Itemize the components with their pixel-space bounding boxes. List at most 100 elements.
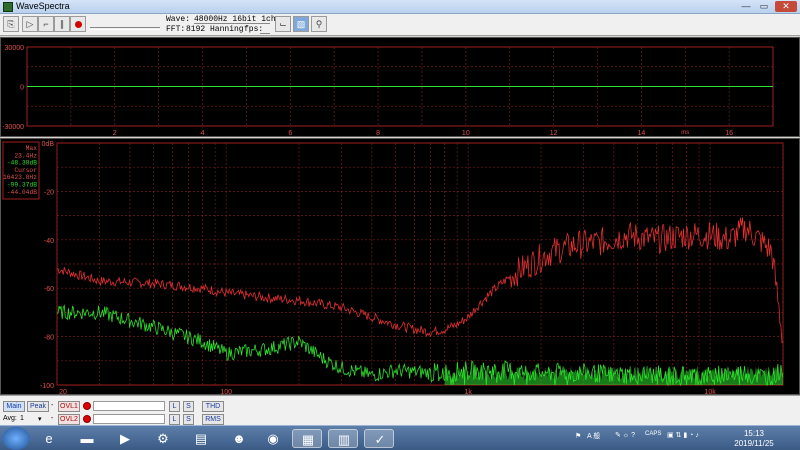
- ime-indicator[interactable]: A 般: [587, 431, 600, 441]
- task-app4[interactable]: ⚙: [148, 429, 178, 448]
- peak-button[interactable]: Peak: [27, 401, 49, 412]
- toolbar: ⎘ ▷ ⌐ ∥ Wave: 48000Hz 16bit 1ch FFT: 819…: [0, 14, 800, 36]
- waveform-y-tick-label: 30000: [5, 45, 25, 52]
- spectrum-plot[interactable]: 0dB -20 -40 -60 -80 -100 20 100 1k 10k Max 23.4Hz -4…: [0, 138, 800, 396]
- spectrum-y-tick-label: -20: [44, 189, 54, 196]
- wave-field: [194, 16, 270, 24]
- wavegene-icon: ▥: [337, 432, 351, 447]
- info-max-freq: 23.4Hz: [14, 152, 37, 159]
- waveform-y-tick-label: 0: [20, 85, 24, 92]
- doc-icon: ▤: [194, 431, 208, 446]
- waveform-x-tick-label: 12: [550, 130, 558, 137]
- info-cursor-label: Cursor: [14, 167, 37, 174]
- spectrum-y-tick-label: -40: [44, 238, 54, 245]
- waveform-x-tick-label: 10: [462, 130, 470, 137]
- app-icon: [3, 2, 13, 12]
- avg-value[interactable]: 1: [20, 415, 24, 422]
- spectrum-series-red: [56, 217, 784, 344]
- info-max-label: Max: [26, 145, 38, 152]
- media-icon: ▶: [120, 431, 130, 446]
- task-app6[interactable]: ☻: [224, 429, 254, 448]
- info-cursor-db1: -99.37dB: [7, 182, 37, 189]
- bottom-controls: Main Peak - OVL1 L S THD Avg: 1 ▾ - OVL2…: [0, 395, 800, 425]
- ovl2-name-field[interactable]: [93, 414, 165, 424]
- spectrum-y-tick-label: -100: [40, 383, 54, 390]
- task-app5[interactable]: ▤: [186, 429, 216, 448]
- waveform-plot[interactable]: 30000 0 -30000 2 4 6 8 10 12 14 16 ms: [0, 37, 800, 137]
- task-chrome[interactable]: ◉: [258, 429, 288, 448]
- position-slider[interactable]: [90, 27, 160, 30]
- spectrum-svg: 0dB-20-40-60-80-10020 100 1k 10kMax23.4Hz-4…: [2, 141, 784, 396]
- spectrum-info-box: Max23.4Hz-48.38dBCursor16423.8Hz-99.37dB…: [2, 141, 40, 200]
- thd-button[interactable]: THD: [202, 401, 224, 412]
- close-button[interactable]: ✕: [775, 1, 797, 12]
- record-button[interactable]: [70, 16, 86, 32]
- spectrum-y-tick-label: 0dB: [42, 141, 55, 148]
- ime-tools-icon[interactable]: ✎ ☼ ?: [615, 431, 635, 439]
- tool-icon: ⚙: [157, 431, 169, 446]
- waveform-svg: 30000 0 -30000 2 4 6 8 10 12 14 16 ms: [2, 45, 774, 137]
- ovl2-button[interactable]: OVL2: [58, 414, 80, 425]
- task-wavespectra[interactable]: ▦: [292, 429, 322, 448]
- ovl1-record-button[interactable]: [83, 402, 91, 410]
- info-cursor-freq: 16423.8Hz: [3, 174, 37, 181]
- load-2-button[interactable]: L: [169, 414, 180, 425]
- dash-label: -: [51, 402, 54, 409]
- task-app9[interactable]: ✓: [364, 429, 394, 448]
- save-2-button[interactable]: S: [183, 414, 194, 425]
- pause-icon[interactable]: ∥: [54, 16, 70, 32]
- info-max-db: -48.38dB: [7, 160, 37, 167]
- taskbar: e ▬ ▶ ⚙ ▤ ☻ ◉ ▦ ▥ ✓ ⚑ A 般 ✎ ☼ ? CAPS ▣ ⇅…: [0, 425, 800, 450]
- window-title: WaveSpectra: [16, 1, 70, 11]
- waveform-x-tick-label: 4: [201, 130, 205, 137]
- check-icon: ✓: [374, 432, 386, 447]
- fps-field: [260, 26, 270, 34]
- flag-icon[interactable]: ⚑: [575, 432, 581, 440]
- copy-icon[interactable]: ⎘: [3, 16, 19, 32]
- people-icon: ☻: [232, 431, 246, 446]
- ovl1-button[interactable]: OVL1: [58, 401, 80, 412]
- save-1-button[interactable]: S: [183, 401, 194, 412]
- zoom-icon[interactable]: ⚲: [311, 16, 327, 32]
- tray-icons[interactable]: ▣ ⇅ ▮ ◔ ♪: [667, 431, 699, 439]
- folder-icon: ▬: [80, 431, 94, 446]
- waveform-x-tick-label: 2: [113, 130, 117, 137]
- waveform-x-tick-label: 14: [637, 130, 645, 137]
- clock-date: 2019/11/25: [734, 439, 774, 448]
- task-media[interactable]: ▶: [110, 429, 140, 448]
- dash-label-2: -: [51, 415, 54, 422]
- waveform-x-tick-label: 8: [376, 130, 380, 137]
- spectrum-y-tick-label: -60: [44, 286, 54, 293]
- minimize-button[interactable]: —: [738, 1, 754, 12]
- system-tray: ⚑ A 般 ✎ ☼ ? CAPS ▣ ⇅ ▮ ◔ ♪: [575, 431, 715, 446]
- chrome-icon: ◉: [267, 431, 279, 446]
- waveform-x-tick-label: 16: [725, 130, 733, 137]
- ovl2-record-button[interactable]: [83, 415, 91, 423]
- waveform-x-tick-label: 6: [288, 130, 292, 137]
- open-icon[interactable]: ⌐: [38, 16, 54, 32]
- play-icon[interactable]: ▷: [22, 16, 38, 32]
- rms-button[interactable]: RMS: [202, 414, 224, 425]
- avg-dropdown-icon[interactable]: ▾: [38, 415, 42, 423]
- wavespectra-window: WaveSpectra — ▭ ✕ ⎘ ▷ ⌐ ∥ Wave: 48000Hz …: [0, 0, 800, 450]
- task-wavegene[interactable]: ▥: [328, 429, 358, 448]
- clock[interactable]: 15:13 2019/11/25: [724, 429, 784, 449]
- settings-icon[interactable]: ⌙: [275, 16, 291, 32]
- wavespectra-icon: ▦: [301, 432, 315, 447]
- spectrum-view-icon[interactable]: ▧: [293, 16, 309, 32]
- wave-label: Wave:: [166, 15, 191, 24]
- caps-indicator: CAPS: [645, 431, 662, 437]
- waveform-x-unit: ms: [681, 130, 689, 136]
- title-bar: WaveSpectra — ▭ ✕: [0, 0, 800, 14]
- main-button[interactable]: Main: [3, 401, 25, 412]
- fft-label: FFT:: [166, 25, 186, 34]
- maximize-button[interactable]: ▭: [756, 1, 772, 12]
- start-button[interactable]: [2, 427, 30, 450]
- task-explorer[interactable]: ▬: [72, 429, 102, 448]
- ie-icon: e: [45, 431, 53, 446]
- load-1-button[interactable]: L: [169, 401, 180, 412]
- ovl1-name-field[interactable]: [93, 401, 165, 411]
- waveform-y-tick-label: -30000: [2, 124, 24, 131]
- info-cursor-db2: -44.04dB: [7, 189, 37, 196]
- task-ie[interactable]: e: [34, 429, 64, 448]
